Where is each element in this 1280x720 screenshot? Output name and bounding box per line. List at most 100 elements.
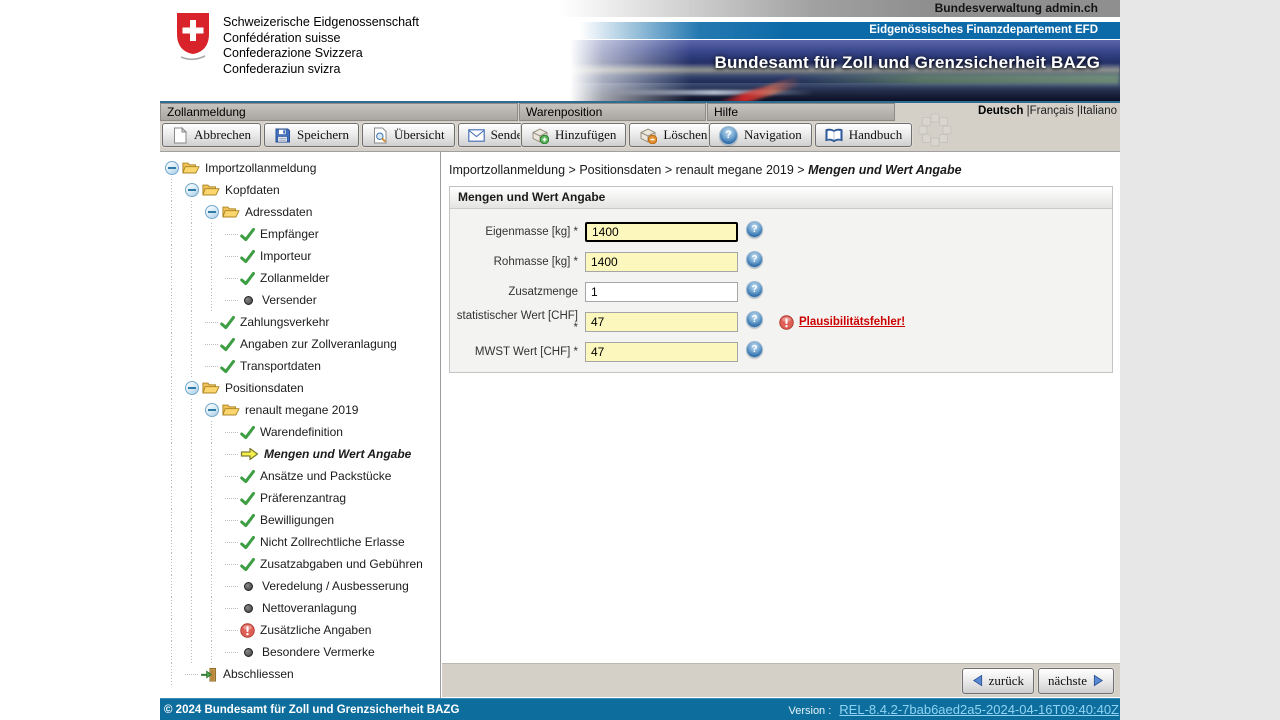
check-icon (240, 249, 255, 264)
book-icon (825, 128, 843, 143)
rohmasse-kg-input[interactable] (585, 252, 738, 272)
version-link[interactable]: REL-8.4.2-7bab6aed2a5-2024-04-16T09:40:4… (839, 702, 1119, 717)
breadcrumb-segment: renault megane 2019 (675, 163, 794, 177)
tree-item-praferenzantrag[interactable]: Präferenzantrag (160, 487, 440, 509)
tree-item-versender[interactable]: Versender (160, 289, 440, 311)
tree-item-zusatzliche-angaben[interactable]: Zusätzliche Angaben (160, 619, 440, 641)
loading-spinner-icon (916, 111, 954, 154)
form-row-rohmasse-kg: Rohmasse [kg] * (450, 247, 1112, 277)
check-icon (220, 359, 235, 374)
zusatzmenge-input[interactable] (585, 282, 738, 302)
tree-item-renault-megane-2019[interactable]: renault megane 2019 (160, 399, 440, 421)
help-icon[interactable] (746, 221, 763, 243)
package-remove-icon (639, 126, 658, 144)
breadcrumb-current: Mengen und Wert Angabe (808, 163, 962, 177)
form-panel-title: Mengen und Wert Angabe (450, 187, 1112, 209)
arrow-left-icon (972, 674, 983, 687)
toolbar-group-label: Zollanmeldung (160, 103, 518, 121)
tree-item-transportdaten[interactable]: Transportdaten (160, 355, 440, 377)
collapse-icon (205, 403, 219, 417)
tree-item-kopfdaten[interactable]: Kopfdaten (160, 179, 440, 201)
folder-icon (202, 381, 220, 395)
toolbar: Zollanmeldung Abbrechen Speichern Übersicht… (160, 103, 1120, 151)
office-title: Bundesamt für Zoll und Grenzsicherheit B… (714, 53, 1100, 72)
abbrechen-button[interactable]: Abbrechen (162, 123, 262, 147)
tree-item-besondere-vermerke[interactable]: Besondere Vermerke (160, 641, 440, 663)
plausibility-error-link[interactable]: Plausibilitätsfehler! (799, 316, 905, 328)
tree-item-angaben-zur-zollveranlagung[interactable]: Angaben zur Zollveranlagung (160, 333, 440, 355)
tree-item-bewilligungen[interactable]: Bewilligungen (160, 509, 440, 531)
navigation-button[interactable]: Navigation (709, 123, 812, 147)
app-window: Bundesverwaltung admin.ch Eidgenössische… (160, 0, 1120, 720)
collapse-icon (185, 381, 199, 395)
bullet-icon (240, 295, 257, 305)
field-label: Zusatzmenge (508, 286, 578, 298)
form-row-zusatzmenge: Zusatzmenge (450, 277, 1112, 307)
document-new-icon (172, 126, 188, 144)
bullet-icon (240, 647, 257, 657)
content-area: Importzollanmeldung > Positionsdaten > r… (442, 152, 1120, 698)
tree-item-zahlungsverkehr[interactable]: Zahlungsverkehr (160, 311, 440, 333)
tree-item-veredelung-ausbesserung[interactable]: Veredelung / Ausbesserung (160, 575, 440, 597)
eigenmasse-kg-input[interactable] (585, 222, 738, 242)
tree-item-mengen-und-wert-angabe[interactable]: Mengen und Wert Angabe (160, 443, 440, 465)
bullet-icon (240, 581, 257, 591)
handbuch-button[interactable]: Handbuch (814, 123, 913, 147)
form-rows: Eigenmasse [kg] * Rohmasse [kg] * Zusatzme… (450, 209, 1112, 372)
hinzufugen-button[interactable]: Hinzufügen (521, 123, 627, 147)
tree-item-importzollanmeldung[interactable]: Importzollanmeldung (160, 157, 440, 179)
tree-item-nettoveranlagung[interactable]: Nettoveranlagung (160, 597, 440, 619)
speichern-button[interactable]: Speichern (264, 123, 360, 147)
mwst-wert-chf-input[interactable] (585, 342, 738, 362)
check-icon (240, 469, 255, 484)
breadcrumb-segment: Positionsdaten (579, 163, 662, 177)
main-area: Importzollanmeldung Kopfdaten Adressdaten E… (160, 151, 1120, 698)
help-icon[interactable] (746, 341, 763, 363)
help-icon[interactable] (746, 311, 763, 333)
tree-item-zusatzabgaben-und-gebuhren[interactable]: Zusatzabgaben und Gebühren (160, 553, 440, 575)
tree-item-empfanger[interactable]: Empfänger (160, 223, 440, 245)
field-error: Plausibilitätsfehler! (779, 314, 905, 330)
language-deutsch[interactable]: Deutsch (978, 105, 1023, 117)
back-button[interactable]: zurück (961, 667, 1035, 694)
tree-item-zollanmelder[interactable]: Zollanmelder (160, 267, 440, 289)
banner-photo: Bundesamt für Zoll und Grenzsicherheit B… (570, 40, 1120, 101)
loschen-button[interactable]: Löschen (629, 123, 718, 147)
language-francais[interactable]: Français (1030, 105, 1074, 117)
tree-item-adressdaten[interactable]: Adressdaten (160, 201, 440, 223)
check-icon (240, 271, 255, 286)
next-button[interactable]: nächste (1038, 667, 1114, 694)
department-bar: Eidgenössisches Finanzdepartement EFD (580, 22, 1120, 39)
bullet-icon (240, 603, 257, 613)
breadcrumb-segment: Importzollanmeldung (449, 163, 566, 177)
arrow-current-icon (240, 447, 259, 461)
tree-item-ansatze-und-packstucke[interactable]: Ansätze und Packstücke (160, 465, 440, 487)
breadcrumb: Importzollanmeldung > Positionsdaten > r… (449, 163, 962, 177)
page-right-margin (1120, 0, 1280, 720)
version-label: Version : (788, 705, 832, 717)
tree-item-warendefinition[interactable]: Warendefinition (160, 421, 440, 443)
form-row-statistischer-wert-chf: statistischer Wert [CHF] * Plausibilitäts… (450, 307, 1112, 337)
form-panel: Mengen und Wert Angabe Eigenmasse [kg] *… (449, 186, 1113, 373)
collapse-icon (185, 183, 199, 197)
help-icon[interactable] (746, 281, 763, 303)
tree-item-abschliessen[interactable]: Abschliessen (160, 663, 440, 685)
help-icon[interactable] (746, 251, 763, 273)
navigation-tree: Importzollanmeldung Kopfdaten Adressdaten E… (160, 152, 441, 698)
envelope-icon (467, 128, 485, 142)
tree-item-positionsdaten[interactable]: Positionsdaten (160, 377, 440, 399)
tree-item-nicht-zollrechtliche-erlasse[interactable]: Nicht Zollrechtliche Erlasse (160, 531, 440, 553)
save-floppy-icon (274, 127, 291, 144)
ubersicht-button[interactable]: Übersicht (362, 123, 455, 147)
swiss-shield-icon (175, 12, 211, 66)
check-icon (240, 513, 255, 528)
language-italiano[interactable]: Italiano (1080, 105, 1117, 117)
error-icon (779, 314, 794, 330)
tree-item-importeur[interactable]: Importeur (160, 245, 440, 267)
field-label: MWST Wert [CHF] * (474, 346, 578, 358)
header: Bundesverwaltung admin.ch Eidgenössische… (160, 0, 1120, 103)
document-magnifier-icon (372, 127, 388, 144)
collapse-icon (165, 161, 179, 175)
statistischer-wert-chf-input[interactable] (585, 312, 738, 332)
check-icon (220, 315, 235, 330)
